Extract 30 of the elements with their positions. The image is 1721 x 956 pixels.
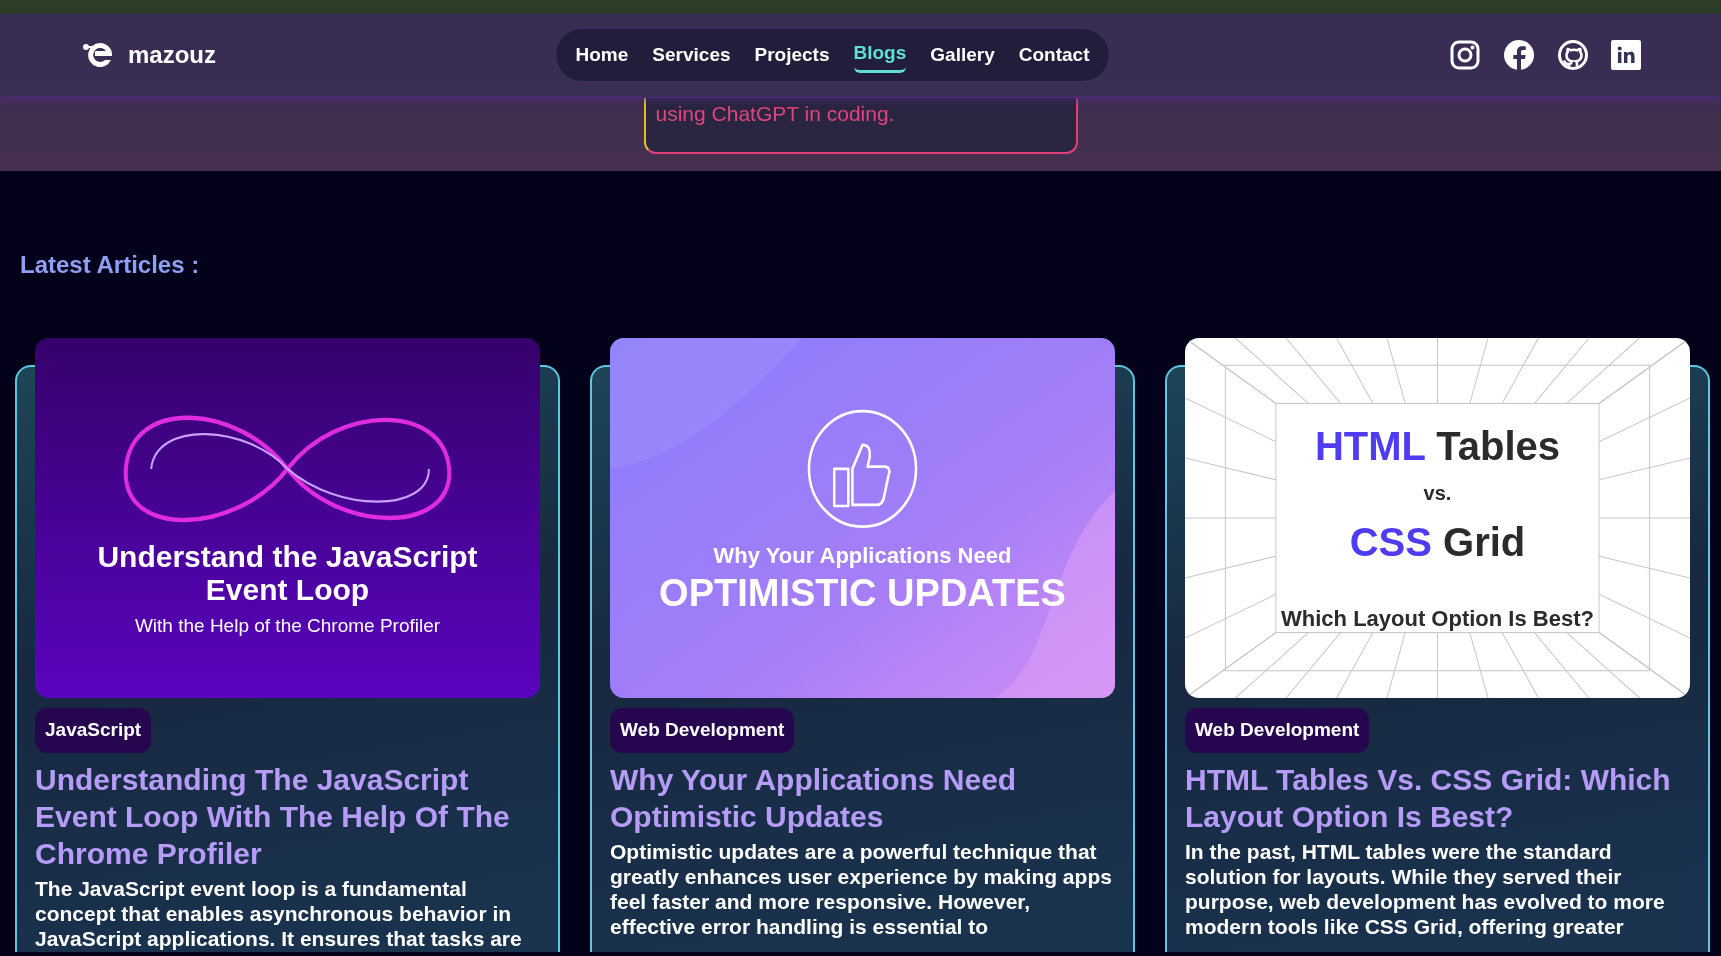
cover-question: Which Layout Option Is Best? — [1281, 604, 1594, 633]
cover-heading: CSS Grid — [1349, 518, 1526, 566]
section-title: Latest Articles : — [20, 250, 201, 280]
cover-kicker: Why Your Applications Need — [713, 542, 1012, 570]
nav-link[interactable]: Blogs — [853, 37, 907, 73]
cover-heading: OPTIMISTIC UPDATES — [659, 572, 1066, 614]
article-title[interactable]: Why Your Applications Need Optimistic Updates — [610, 760, 1115, 835]
article-excerpt: In the past, HTML tables were the standard solution for layouts. While they served their purpose, web development has evolved to more modern tools like CSS Grid, offering greater — [1185, 838, 1666, 939]
article-excerpt: The JavaScript event loop is a fundamental concept that enables asynchronous behavior in JavaScript applications. It ensures that tasks are — [35, 875, 523, 951]
category-tag: Web Development — [610, 708, 795, 753]
facebook-icon[interactable] — [1503, 39, 1535, 71]
article-title[interactable]: HTML Tables Vs. CSS Grid: Which Layout Option Is Best? — [1185, 760, 1690, 835]
nav-link[interactable]: Gallery — [930, 38, 995, 72]
github-icon[interactable] — [1557, 39, 1589, 71]
nav-link[interactable]: Services — [652, 38, 731, 72]
hero-text: using ChatGPT in coding. — [655, 101, 896, 127]
article-excerpt: Optimistic updates are a powerful technique that greatly enhances user experience by making apps feel faster and more responsive. However, effective error handling is essential to — [610, 838, 1113, 939]
nav-link[interactable]: Contact — [1018, 38, 1090, 72]
category-tag: Web Development — [1185, 708, 1370, 753]
nav-link[interactable]: Home — [575, 38, 629, 72]
nav-link[interactable]: Projects — [754, 38, 830, 72]
cover-vs: vs. — [1423, 480, 1452, 506]
instagram-icon[interactable] — [1449, 39, 1481, 71]
linkedin-icon[interactable] — [1611, 40, 1641, 70]
brand-link[interactable]: mazouz — [80, 37, 216, 73]
cover-subheading: With the Help of the Chrome Profiler — [134, 613, 441, 638]
category-tag: JavaScript — [35, 708, 152, 753]
cover-heading: Understand the JavaScript Event Loop — [96, 539, 479, 606]
cover-heading: HTML Tables — [1314, 422, 1561, 470]
article-title[interactable]: Understanding The JavaScript Event Loop With The Help Of The Chrome Profiler — [35, 760, 540, 872]
